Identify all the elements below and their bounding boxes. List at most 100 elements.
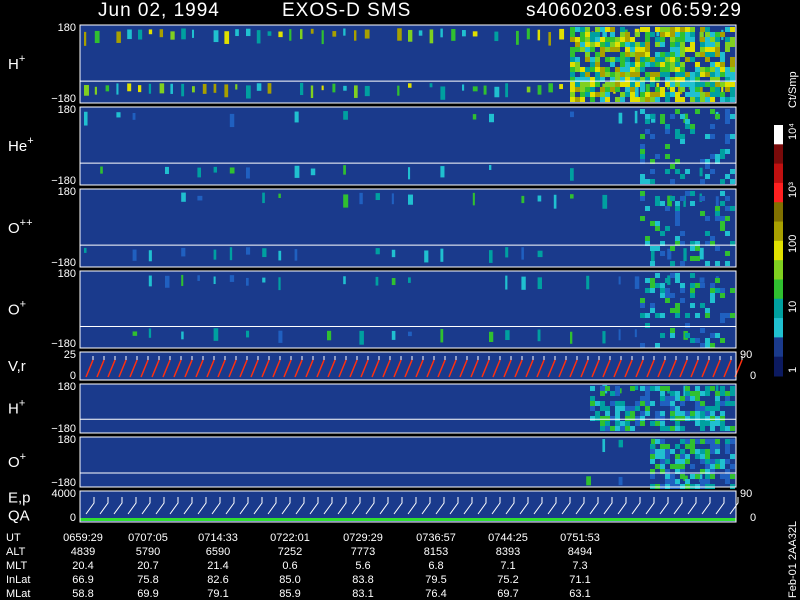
heatmap-cell [570, 52, 575, 57]
heatmap-cell [267, 83, 272, 94]
heatmap-cell [364, 29, 370, 39]
heatmap-cell [680, 298, 685, 303]
heatmap-cell [699, 167, 703, 177]
heatmap-cell [725, 47, 730, 52]
heatmap-cell [159, 83, 165, 94]
heatmap-cell [690, 391, 695, 396]
heatmap-cell [665, 459, 670, 464]
heatmap-cell [660, 401, 665, 406]
heatmap-cell [620, 32, 625, 37]
heatmap-cell [605, 97, 610, 102]
footer-value: 6.8 [428, 560, 443, 572]
heatmap-cell [620, 401, 625, 406]
heatmap-cell [685, 333, 690, 338]
heatmap-cell [630, 411, 635, 416]
heatmap-cell [730, 42, 735, 47]
panel-3: O++180−180 [8, 186, 737, 269]
panels-group: H+180−180He+180−180O++180−180O+180−180V,… [8, 22, 756, 525]
heatmap-cell [610, 32, 615, 37]
heatmap-cell [700, 72, 705, 77]
heatmap-cell [725, 134, 730, 139]
heatmap-cell [695, 72, 700, 77]
heatmap-cell [127, 29, 132, 40]
heatmap-cell [645, 323, 650, 328]
heatmap-cell [375, 248, 380, 255]
heatmap-cell [730, 426, 735, 431]
heatmap-cell [710, 293, 715, 298]
heatmap-cell [655, 343, 660, 348]
footer-value: 0659:29 [63, 532, 103, 544]
footer-value: 4839 [71, 546, 95, 558]
heatmap-cell [690, 87, 695, 92]
heatmap-cell [695, 82, 700, 87]
panel-label: H+ [8, 53, 25, 73]
heatmap-cell [650, 283, 655, 288]
heatmap-cell [695, 109, 700, 114]
colorbar-swatch [774, 279, 783, 300]
heatmap-cell [715, 211, 720, 216]
heatmap-cell [526, 86, 531, 93]
heatmap-cell [715, 92, 720, 97]
heatmap-cell [650, 114, 655, 119]
heatmap-cell [246, 167, 250, 179]
heatmap-cell [670, 328, 675, 333]
heatmap-cell [375, 193, 380, 201]
heatmap-cell [408, 83, 412, 88]
heatmap-cell [705, 474, 710, 479]
heatmap-cell [625, 57, 630, 62]
heatmap-cell [670, 401, 675, 406]
heatmap-cell [715, 87, 720, 92]
heatmap-cell [181, 247, 186, 257]
heatmap-cell [660, 283, 665, 288]
heatmap-cell [246, 247, 251, 255]
heatmap-cell [537, 277, 542, 290]
heatmap-cell [715, 444, 720, 449]
footer-value: 8494 [568, 546, 592, 558]
footer-value: 0744:25 [488, 532, 528, 544]
heatmap-cell [635, 67, 640, 72]
heatmap-cell [278, 277, 281, 291]
heatmap-cell [635, 416, 640, 421]
heatmap-cell [660, 67, 665, 72]
heatmap-cell [625, 82, 630, 87]
heatmap-cell [600, 72, 605, 77]
heatmap-cell [655, 421, 660, 426]
heatmap-cell [715, 288, 720, 293]
heatmap-cell [570, 194, 574, 199]
heatmap-cell [730, 179, 735, 184]
heatmap-cell [600, 92, 605, 97]
y-tick-top: 180 [58, 22, 76, 34]
heatmap-cell [675, 303, 680, 308]
heatmap-cell [235, 84, 238, 90]
ephemeris-table: UT 0659:29 0707:05 0714:33 0722:01 0729:29 073… [6, 532, 600, 600]
heatmap-cell [620, 97, 625, 102]
heatmap-cell [602, 194, 608, 209]
heatmap-cell [710, 283, 715, 288]
heatmap-cell [451, 29, 456, 41]
heatmap-cell [610, 82, 615, 87]
heatmap-cell [181, 83, 185, 97]
panel-8: E,pQA 4000 0 90 0 [8, 488, 756, 525]
heatmap-cell [537, 29, 541, 41]
heatmap-cell [670, 426, 675, 431]
heatmap-cell [610, 62, 615, 67]
heatmap-cell [680, 288, 685, 293]
heatmap-cell [665, 278, 670, 283]
colorbar-swatch [774, 337, 783, 358]
heatmap-cell [408, 331, 412, 337]
heatmap-cell [580, 82, 585, 87]
heatmap-cell [645, 72, 650, 77]
heatmap-cell [725, 251, 730, 256]
heatmap-cell [625, 67, 630, 72]
heatmap-cell [595, 411, 600, 416]
heatmap-cell [720, 201, 725, 206]
heatmap-cell [585, 57, 590, 62]
heatmap-cell [521, 276, 526, 290]
heatmap-cell [489, 113, 494, 123]
heatmap-cell [585, 82, 590, 87]
heatmap-cell [685, 37, 690, 42]
heatmap-cell [590, 57, 595, 62]
heatmap-cell [675, 57, 680, 62]
heatmap-cell [213, 328, 219, 341]
heatmap-cell [670, 164, 675, 169]
